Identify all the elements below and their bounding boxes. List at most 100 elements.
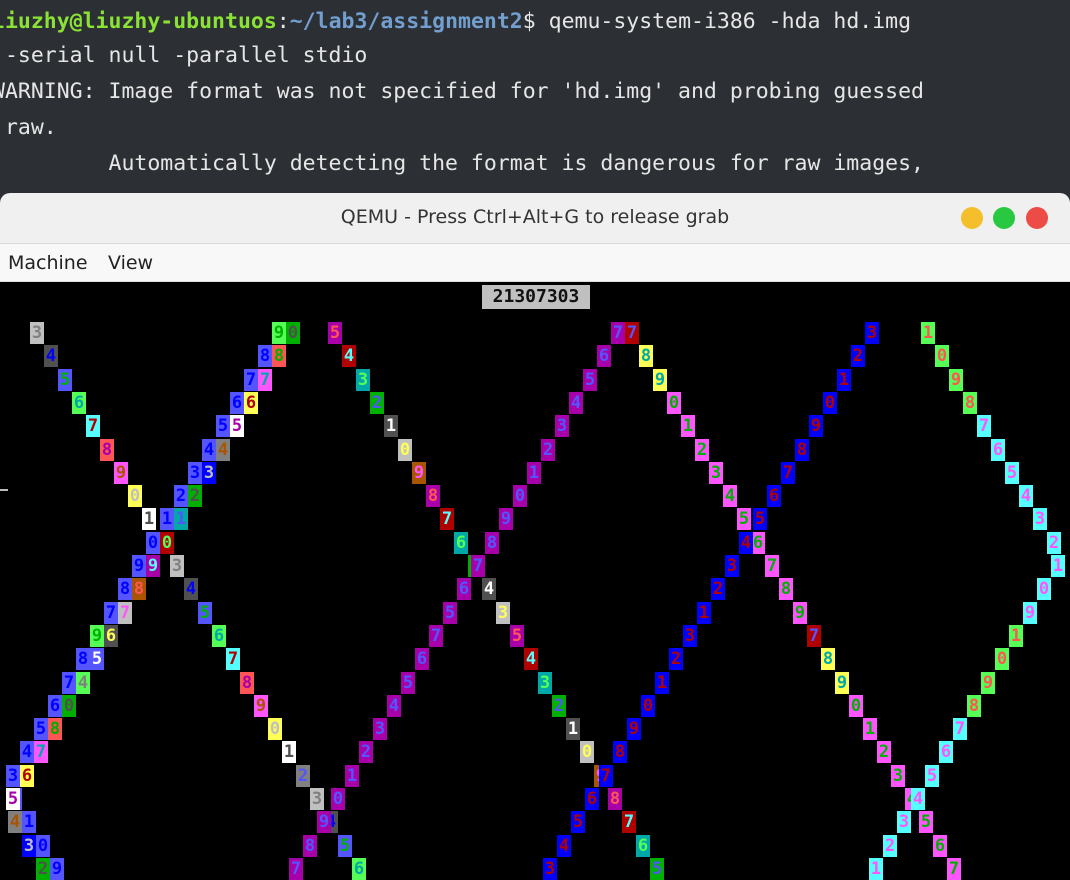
screen-digit: 5 <box>198 601 212 624</box>
screen-digit: 8 <box>76 648 90 671</box>
screen-digit: 9 <box>627 718 641 741</box>
terminal-line: raw. <box>4 115 57 140</box>
screen-digit: 0 <box>1037 578 1051 601</box>
screen-digit: 4 <box>524 648 538 671</box>
screen-digit: 6 <box>597 345 611 368</box>
prompt-user: liuzhy@liuzhy-ubuntuos <box>0 9 277 34</box>
screen-digit: 5 <box>230 415 244 438</box>
screen-digit: 9 <box>272 322 286 344</box>
screen-digit: 7 <box>86 415 100 438</box>
counter-display: 21307303 <box>482 285 590 309</box>
screen-digit: 1 <box>1009 624 1023 647</box>
screen-digit: 8 <box>821 648 835 671</box>
screen-digit: 7 <box>953 718 967 741</box>
screen-digit: 9 <box>1023 601 1037 624</box>
screen-digit: 7 <box>289 857 303 880</box>
screen-digit: 9 <box>793 601 807 624</box>
minimize-button[interactable] <box>961 207 983 229</box>
screen-digit: 1 <box>863 718 877 741</box>
screen-digit: 3 <box>22 834 36 857</box>
screen-digit: 8 <box>795 438 809 461</box>
menu-view[interactable]: View <box>108 252 153 274</box>
screen-digit: 1 <box>160 508 174 531</box>
screen-digit: 6 <box>244 391 258 414</box>
screen-digit: 3 <box>865 322 879 344</box>
qemu-window[interactable]: QEMU - Press Ctrl+Alt+G to release grab … <box>0 193 1070 880</box>
screen-digit: 7 <box>807 624 821 647</box>
screen-digit: 4 <box>216 438 230 461</box>
screen-digit: 4 <box>387 694 401 717</box>
screen-digit: 8 <box>240 671 254 694</box>
terminal-line: Automatically detecting the format is da… <box>0 151 924 176</box>
screen-digit: 5 <box>737 508 751 531</box>
screen-digit: 3 <box>170 555 184 577</box>
terminal-background: liuzhy@liuzhy-ubuntuos:~/lab3/assignment… <box>0 0 1070 200</box>
screen-digit: 8 <box>272 345 286 368</box>
screen-digit: 4 <box>184 578 198 601</box>
screen-digit: 4 <box>8 811 22 834</box>
screen-digit: 8 <box>118 578 132 601</box>
maximize-button[interactable] <box>993 207 1015 229</box>
screen-digit: 6 <box>415 648 429 671</box>
screen-digit: 7 <box>244 368 258 391</box>
screen-digit: 6 <box>991 438 1005 461</box>
screen-digit: 0 <box>935 345 949 368</box>
screen-digit: 1 <box>527 461 541 484</box>
screen-digit: 9 <box>653 368 667 391</box>
screen-digit: 0 <box>36 834 50 857</box>
screen-digit: 0 <box>580 741 594 764</box>
screen-digit: 0 <box>62 694 76 717</box>
screen-digit: 5 <box>58 368 72 391</box>
screen-digit: 3 <box>6 764 20 787</box>
screen-digit: 7 <box>258 368 272 391</box>
screen-digit: 8 <box>608 788 622 810</box>
screen-digit: 6 <box>933 834 947 857</box>
menu-bar: Machine View <box>0 244 1070 282</box>
prompt-path: ~/lab3/assignment2 <box>289 9 523 34</box>
screen-digit: 8 <box>48 718 62 741</box>
screen-digit: 5 <box>510 624 524 647</box>
prompt-separator: : <box>276 9 290 34</box>
screen-digit: 9 <box>254 694 268 717</box>
menu-machine[interactable]: Machine <box>8 252 88 274</box>
screen-digit: 3 <box>310 788 324 810</box>
screen-digit: 5 <box>338 834 352 857</box>
screen-digit: 2 <box>359 741 373 764</box>
screen-digit: 5 <box>925 764 939 787</box>
screen-digit: 0 <box>268 718 282 741</box>
screen-digit: 5 <box>1005 461 1019 484</box>
screen-digit: 0 <box>513 485 527 508</box>
screen-digit: 1 <box>1051 555 1065 577</box>
screen-digit: 9 <box>317 811 331 834</box>
screen-digit: 9 <box>90 624 104 647</box>
screen-digit: 8 <box>639 345 653 368</box>
screen-digit: 7 <box>781 461 795 484</box>
emulator-screen[interactable]: 21307303 3456789012345678901234569876543… <box>0 282 1070 880</box>
screen-digit: 4 <box>911 788 925 810</box>
screen-digit: 7 <box>118 601 132 624</box>
screen-digit: 5 <box>328 322 342 344</box>
window-titlebar[interactable]: QEMU - Press Ctrl+Alt+G to release grab <box>0 193 1070 244</box>
screen-digit: 1 <box>174 508 188 531</box>
screen-digit: 2 <box>370 391 384 414</box>
screen-digit: 9 <box>146 555 160 577</box>
screen-digit: 5 <box>571 811 585 834</box>
screen-digit: 3 <box>373 718 387 741</box>
screen-digit: 8 <box>963 391 977 414</box>
screen-digit: 4 <box>739 531 753 554</box>
screen-digit: 1 <box>282 741 296 764</box>
terminal-command: qemu-system-i386 -hda hd.img <box>535 9 912 34</box>
screen-digit: 7 <box>429 624 443 647</box>
screen-digit: 7 <box>611 322 625 344</box>
screen-digit: 8 <box>613 741 627 764</box>
screen-digit: 9 <box>835 671 849 694</box>
screen-digit: 1 <box>837 368 851 391</box>
screen-digit: 8 <box>258 345 272 368</box>
screen-digit: 5 <box>919 811 933 834</box>
screen-digit: 6 <box>352 857 366 880</box>
screen-digit: 3 <box>891 764 905 787</box>
screen-digit: 1 <box>655 671 669 694</box>
screen-digit: 3 <box>709 461 723 484</box>
close-button[interactable] <box>1026 207 1048 229</box>
prompt-symbol: $ <box>522 9 536 34</box>
